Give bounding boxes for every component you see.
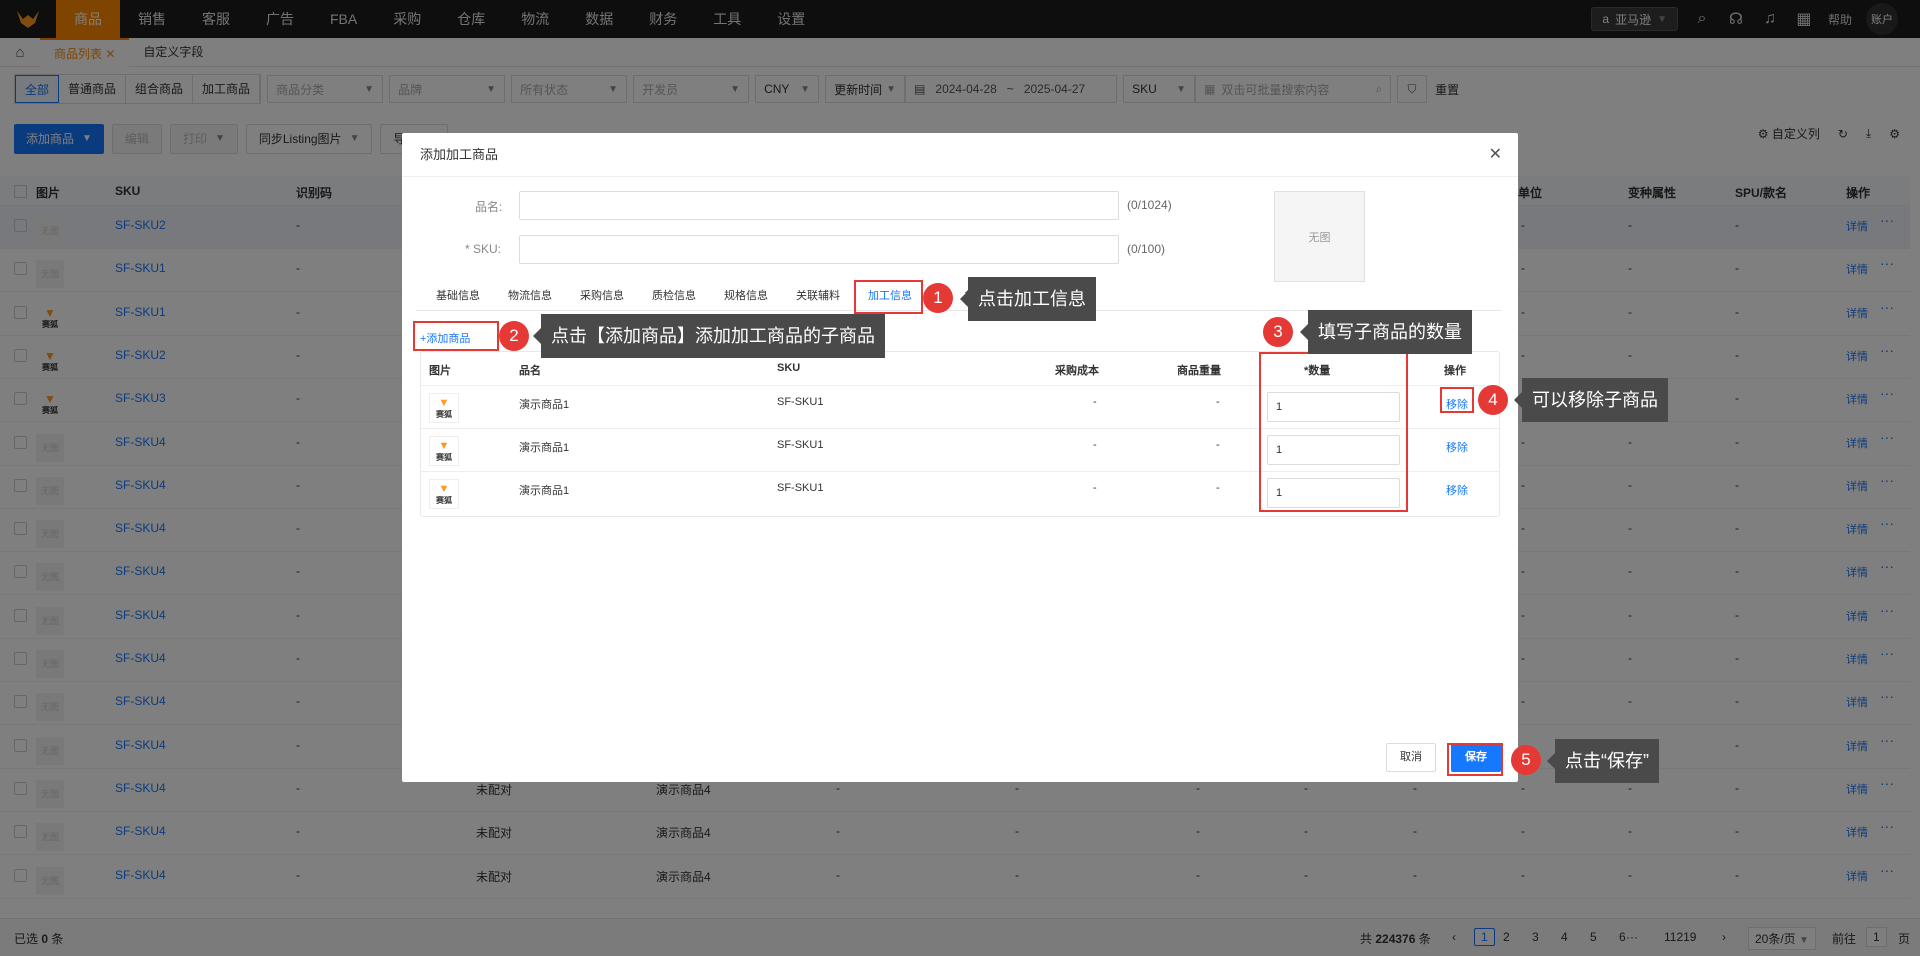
dialog-tabs: 基础信息 物流信息 采购信息 质检信息 规格信息 关联辅料 加工信息 备注: [416, 281, 1502, 311]
sub-col-sku: SKU: [777, 362, 801, 374]
name-label: 品名:: [475, 200, 503, 214]
tab-materials[interactable]: 关联辅料: [796, 287, 840, 303]
sub-weight: -: [1216, 482, 1220, 494]
dialog-header: 添加加工商品 ✕: [402, 133, 1518, 177]
cancel-button[interactable]: 取消: [1386, 743, 1436, 772]
step-2-badge: 2: [499, 321, 529, 351]
step-4-tooltip: 可以移除子商品: [1514, 378, 1668, 422]
tab-spec-info[interactable]: 规格信息: [724, 287, 768, 303]
tab-purchase-info[interactable]: 采购信息: [580, 287, 624, 303]
sub-weight: -: [1216, 396, 1220, 408]
product-logo-icon: ▼赛狐: [429, 479, 459, 509]
step-4-badge: 4: [1478, 385, 1508, 415]
step-5-tooltip: 点击“保存”: [1547, 739, 1659, 783]
image-placeholder[interactable]: 无图: [1274, 191, 1365, 282]
sub-cost: -: [1093, 482, 1097, 494]
step-1-badge: 1: [923, 283, 953, 313]
tab-basic-info[interactable]: 基础信息: [436, 287, 480, 303]
sub-col-qty: *数量: [1304, 365, 1331, 377]
sub-name: 演示商品1: [519, 485, 570, 497]
sub-product-row: ▼ 赛狐 演示商品1 SF-SKU1 - - 1 移除: [421, 471, 1499, 514]
step-3-tooltip: 填写子商品的数量: [1300, 310, 1472, 354]
name-counter: (0/1024): [1127, 198, 1172, 212]
sub-col-weight: 商品重量: [1177, 365, 1221, 377]
sub-weight: -: [1216, 439, 1220, 451]
close-icon[interactable]: ✕: [1489, 133, 1502, 177]
step-2-tooltip: 点击【添加商品】添加加工商品的子商品: [533, 314, 885, 358]
remove-link[interactable]: 移除: [1446, 396, 1468, 412]
sku-counter: (0/100): [1127, 242, 1166, 256]
sub-col-image: 图片: [429, 365, 451, 377]
remove-link[interactable]: 移除: [1446, 439, 1468, 455]
step-5-badge: 5: [1511, 745, 1541, 775]
tab-qc-info[interactable]: 质检信息: [652, 287, 696, 303]
save-button[interactable]: 保存: [1451, 743, 1501, 772]
sub-col-cost: 采购成本: [1055, 365, 1099, 377]
sub-name: 演示商品1: [519, 399, 570, 411]
remove-link[interactable]: 移除: [1446, 482, 1468, 498]
tab-logistics-info[interactable]: 物流信息: [508, 287, 552, 303]
sub-name: 演示商品1: [519, 442, 570, 454]
qty-input[interactable]: 1: [1267, 435, 1400, 465]
sub-sku: SF-SKU1: [777, 396, 824, 408]
tab-processing-info[interactable]: 加工信息: [868, 287, 912, 303]
step-1-tooltip: 点击加工信息: [960, 277, 1096, 321]
product-logo-icon: ▼赛狐: [429, 393, 459, 423]
qty-input[interactable]: 1: [1267, 478, 1400, 508]
sub-product-table: 图片 品名 SKU 采购成本 商品重量 *数量 操作 ▼ 赛狐 演示商品1 SF-SK…: [420, 351, 1500, 517]
name-input[interactable]: [519, 191, 1119, 220]
sub-product-row: ▼ 赛狐 演示商品1 SF-SKU1 - - 1 移除: [421, 428, 1499, 471]
sub-cost: -: [1093, 396, 1097, 408]
sub-cost: -: [1093, 439, 1097, 451]
sku-input[interactable]: [519, 235, 1119, 264]
sub-col-name: 品名: [519, 365, 541, 377]
sub-col-action: 操作: [1444, 365, 1466, 377]
sub-sku: SF-SKU1: [777, 439, 824, 451]
dialog-title: 添加加工商品: [420, 147, 499, 162]
sku-label: * SKU:: [465, 242, 502, 256]
sub-sku: SF-SKU1: [777, 482, 824, 494]
add-processed-product-dialog: 添加加工商品 ✕ 品名: (0/1024) * SKU: (0/100) 无图 …: [402, 133, 1518, 782]
product-logo-icon: ▼赛狐: [429, 436, 459, 466]
sub-product-row: ▼ 赛狐 演示商品1 SF-SKU1 - - 1 移除: [421, 385, 1499, 428]
qty-input[interactable]: 1: [1267, 392, 1400, 422]
step-3-badge: 3: [1263, 317, 1293, 347]
add-sub-product-button[interactable]: +添加商品: [412, 325, 478, 351]
